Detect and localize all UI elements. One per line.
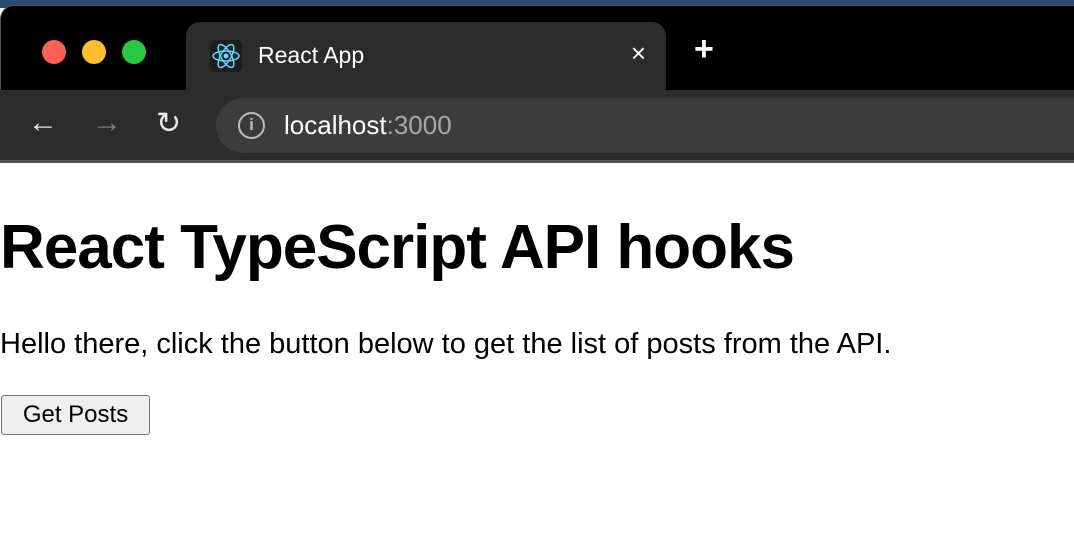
url-text: localhost:3000 — [284, 110, 452, 140]
page-title: React TypeScript API hooks — [0, 213, 795, 282]
tab-title: React App — [258, 42, 365, 68]
minimize-window-button[interactable] — [82, 40, 106, 64]
reload-icon[interactable]: ↻ — [156, 106, 181, 141]
react-logo-icon — [210, 40, 242, 72]
browser-tab[interactable]: React App × — [186, 22, 666, 92]
browser-toolbar: ← → ↻ i localhost:3000 — [0, 90, 1074, 160]
close-window-button[interactable] — [42, 40, 66, 64]
zoom-window-button[interactable] — [122, 40, 146, 64]
address-bar[interactable]: i localhost:3000 — [216, 98, 1074, 153]
close-tab-icon[interactable]: × — [631, 38, 646, 69]
intro-text: Hello there, click the button below to g… — [0, 328, 892, 360]
forward-arrow-icon[interactable]: → — [92, 106, 122, 140]
info-icon[interactable]: i — [238, 112, 265, 139]
get-posts-button[interactable]: Get Posts — [1, 395, 150, 435]
new-tab-icon[interactable]: + — [694, 32, 714, 66]
toolbar-divider — [0, 160, 1074, 163]
back-arrow-icon[interactable]: ← — [28, 106, 58, 140]
